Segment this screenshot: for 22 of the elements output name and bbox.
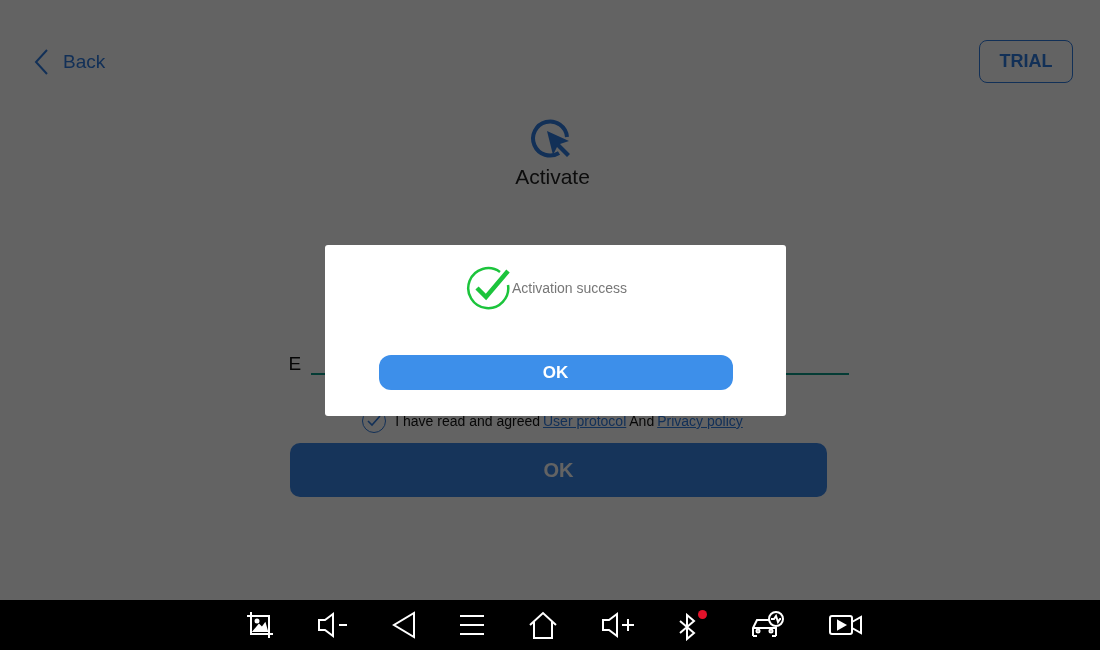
success-message: Activation success <box>511 280 628 296</box>
menu-icon[interactable] <box>458 614 485 636</box>
trial-button[interactable]: TRIAL <box>979 40 1073 83</box>
car-diagnostic-icon[interactable] <box>749 610 786 640</box>
dialog-ok-button[interactable]: OK <box>378 355 733 390</box>
agreement-text: And <box>629 413 655 429</box>
bluetooth-icon[interactable] <box>677 609 707 641</box>
home-icon[interactable] <box>527 611 558 639</box>
back-triangle-icon[interactable] <box>391 611 416 639</box>
agreement-text: I have read and agreed <box>395 413 540 429</box>
back-button[interactable]: Back <box>33 47 106 76</box>
page-title: Activate <box>515 165 590 189</box>
volume-up-icon[interactable] <box>600 612 635 638</box>
ok-button[interactable]: OK <box>290 443 827 497</box>
chevron-left-icon <box>33 47 49 76</box>
field-label: E <box>288 353 302 375</box>
screenshot-icon[interactable] <box>245 611 274 639</box>
user-protocol-link[interactable]: User protocol <box>543 413 627 429</box>
video-camera-icon[interactable] <box>828 613 863 637</box>
privacy-policy-link[interactable]: Privacy policy <box>657 413 743 429</box>
volume-down-icon[interactable] <box>316 612 349 638</box>
checkmark-icon <box>367 415 382 427</box>
